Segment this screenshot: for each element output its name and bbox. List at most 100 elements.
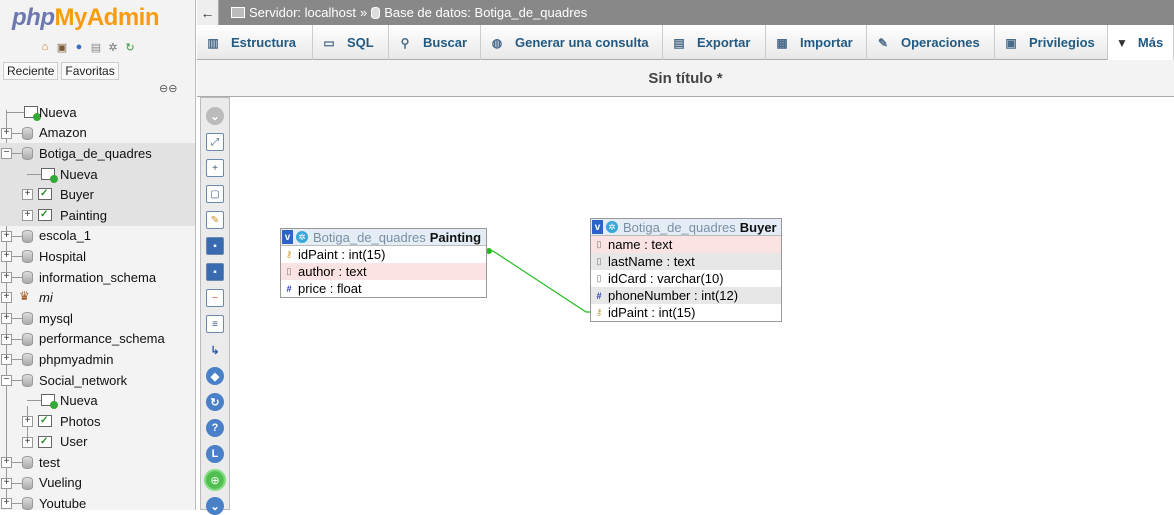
collapse-icon[interactable]: − [1,148,12,160]
expand-icon[interactable]: + [1,230,12,242]
tree-item-hospital[interactable]: + Hospital [0,246,195,267]
reload-icon[interactable]: ↻ [206,393,224,411]
table-options-icon[interactable]: ✲ [296,231,308,243]
home-icon[interactable]: ⌂ [38,40,52,54]
tree-item-vueling[interactable]: + Vueling [0,473,195,494]
tree-item-user[interactable]: + ✓ User [0,432,195,453]
edit-page-icon[interactable]: ✎ [206,211,224,229]
tree-item-youtube[interactable]: + Youtube [0,493,195,510]
expand-icon[interactable]: + [1,127,12,139]
relation-line[interactable] [488,250,591,313]
designer-table-buyer[interactable]: v ✲ Botiga_de_quadres Buyer ▯ name : tex… [590,218,782,322]
toggle-columns-icon[interactable]: v [282,230,293,244]
help-icon[interactable]: ? [206,419,224,437]
expand-icon[interactable]: + [1,457,12,469]
delete-page-icon[interactable]: − [206,289,224,307]
table-column-row[interactable]: ▯ idCard : varchar(10) [591,270,781,287]
tab-query[interactable]: ◍ Generar una consulta [481,25,663,60]
tree-item-mi[interactable]: + ♛ mi [0,287,195,308]
table-column-row[interactable]: ▯ name : text [591,236,781,253]
toggle-menu-icon[interactable]: ⌄ [206,107,224,125]
direct-links-icon[interactable]: ◆ [206,367,224,385]
save-as-icon[interactable]: ▪ [206,263,224,281]
designer-toolbar: ⌄ ⤢ + ▢ ✎ ▪ ▪ − ≡ ↳ ◆ ↻ ? L ⊕ ⌄ [200,97,230,515]
table-column-row[interactable]: ⚷ idPaint : int(15) [281,246,486,263]
table-options-icon[interactable]: ✲ [606,221,618,233]
tree-item-test[interactable]: + test [0,452,195,473]
database-icon [371,6,381,19]
add-tables-icon[interactable]: + [206,159,224,177]
expand-icon[interactable]: + [1,477,12,489]
help-icon[interactable]: ● [72,40,86,54]
tree-item-performance-schema[interactable]: + performance_schema [0,329,195,350]
recent-tab[interactable]: Reciente [3,62,59,80]
link-icon[interactable]: ⊖⊖ [159,82,177,95]
tab-export[interactable]: ▤ Exportar [663,25,766,60]
table-header[interactable]: v ✲ Botiga_de_quadres Buyer [591,219,781,236]
expand-icon[interactable]: + [1,333,12,345]
pages-icon[interactable]: ≡ [206,315,224,333]
expand-icon[interactable]: + [1,292,12,304]
fullscreen-icon[interactable]: ⤢ [206,133,224,151]
tree-item-information-schema[interactable]: + information_schema [0,267,195,288]
tree-item-social-network[interactable]: − Social_network [0,370,195,391]
database-tree: Nueva + Amazon − Botiga_de_quadres Nueva… [0,102,195,510]
collapse-icon[interactable]: − [1,374,12,386]
tree-item-botiga[interactable]: − Botiga_de_quadres [0,143,195,164]
table-column-row[interactable]: ⚷ idPaint : int(15) [591,304,781,321]
expand-icon[interactable]: + [1,498,12,510]
toggle-tables-icon[interactable]: ⌄ [206,497,224,515]
table-column-row[interactable]: ▯ lastName : text [591,253,781,270]
expand-icon[interactable]: + [1,354,12,366]
tab-search[interactable]: ⚲ Buscar [389,25,481,60]
expand-icon[interactable]: + [22,415,33,427]
settings-icon[interactable]: ✲ [106,40,120,54]
tab-operations[interactable]: ✎ Operaciones [867,25,995,60]
logout-icon[interactable]: ▣ [55,40,69,54]
toggle-columns-icon[interactable]: v [592,220,603,234]
docs-icon[interactable]: ▤ [89,40,103,54]
tab-more[interactable]: ▼ Más [1108,25,1174,60]
tree-item-social-new[interactable]: Nueva [0,390,195,411]
breadcrumb-database[interactable]: Base de datos: Botiga_de_quadres [384,5,587,20]
favorites-tab[interactable]: Favoritas [61,62,119,80]
primary-key-icon: ⚷ [285,249,293,259]
tree-item-painting[interactable]: + ✓ Painting [0,204,195,226]
tab-sql[interactable]: ▭ SQL [313,25,389,60]
expand-icon[interactable]: + [1,271,12,283]
reload-icon[interactable]: ↻ [123,40,137,54]
angular-links-icon[interactable]: L [206,445,224,463]
snap-to-grid-icon[interactable]: ⊕ [204,469,226,491]
tree-item-buyer[interactable]: + ✓ Buyer [0,184,195,205]
table-name: Painting [429,229,482,245]
expand-icon[interactable]: + [1,251,12,263]
tree-item-mysql[interactable]: + mysql [0,308,195,329]
tab-structure[interactable]: ▥ Estructura [197,25,313,60]
breadcrumb-server[interactable]: Servidor: localhost [249,5,356,20]
tree-item-escola[interactable]: + escola_1 [0,226,195,247]
tree-item-photos[interactable]: + ✓ Photos [0,411,195,432]
tree-item-botiga-new[interactable]: Nueva [0,163,195,185]
expand-icon[interactable]: + [22,209,33,221]
table-column-row[interactable]: # price : float [281,280,486,297]
import-icon: ▦ [776,35,788,50]
save-page-icon[interactable]: ▪ [206,237,224,255]
tree-item-amazon[interactable]: + Amazon [0,123,195,144]
expand-icon[interactable]: + [1,312,12,324]
expand-icon[interactable]: + [22,436,33,448]
designer-table-painting[interactable]: v ✲ Botiga_de_quadres Painting ⚷ idPaint… [280,228,487,298]
relation-lines-icon[interactable]: ↳ [206,341,224,359]
tab-privileges[interactable]: ▣ Privilegios [995,25,1108,60]
table-header[interactable]: v ✲ Botiga_de_quadres Painting [281,229,486,246]
collapse-nav-button[interactable]: ← [197,0,219,25]
phpmyadmin-logo[interactable]: phpMyAdmin [12,4,159,32]
tree-item-phpmyadmin[interactable]: + phpmyadmin [0,349,195,370]
designer-canvas[interactable]: v ✲ Botiga_de_quadres Painting ⚷ idPaint… [231,97,1174,510]
column-icon: ▯ [286,266,292,276]
tree-item-new[interactable]: Nueva [0,102,195,123]
new-page-icon[interactable]: ▢ [206,185,224,203]
tab-import[interactable]: ▦ Importar [766,25,867,60]
table-column-row[interactable]: ▯ author : text [281,263,486,280]
expand-icon[interactable]: + [22,189,33,201]
table-column-row[interactable]: # phoneNumber : int(12) [591,287,781,304]
